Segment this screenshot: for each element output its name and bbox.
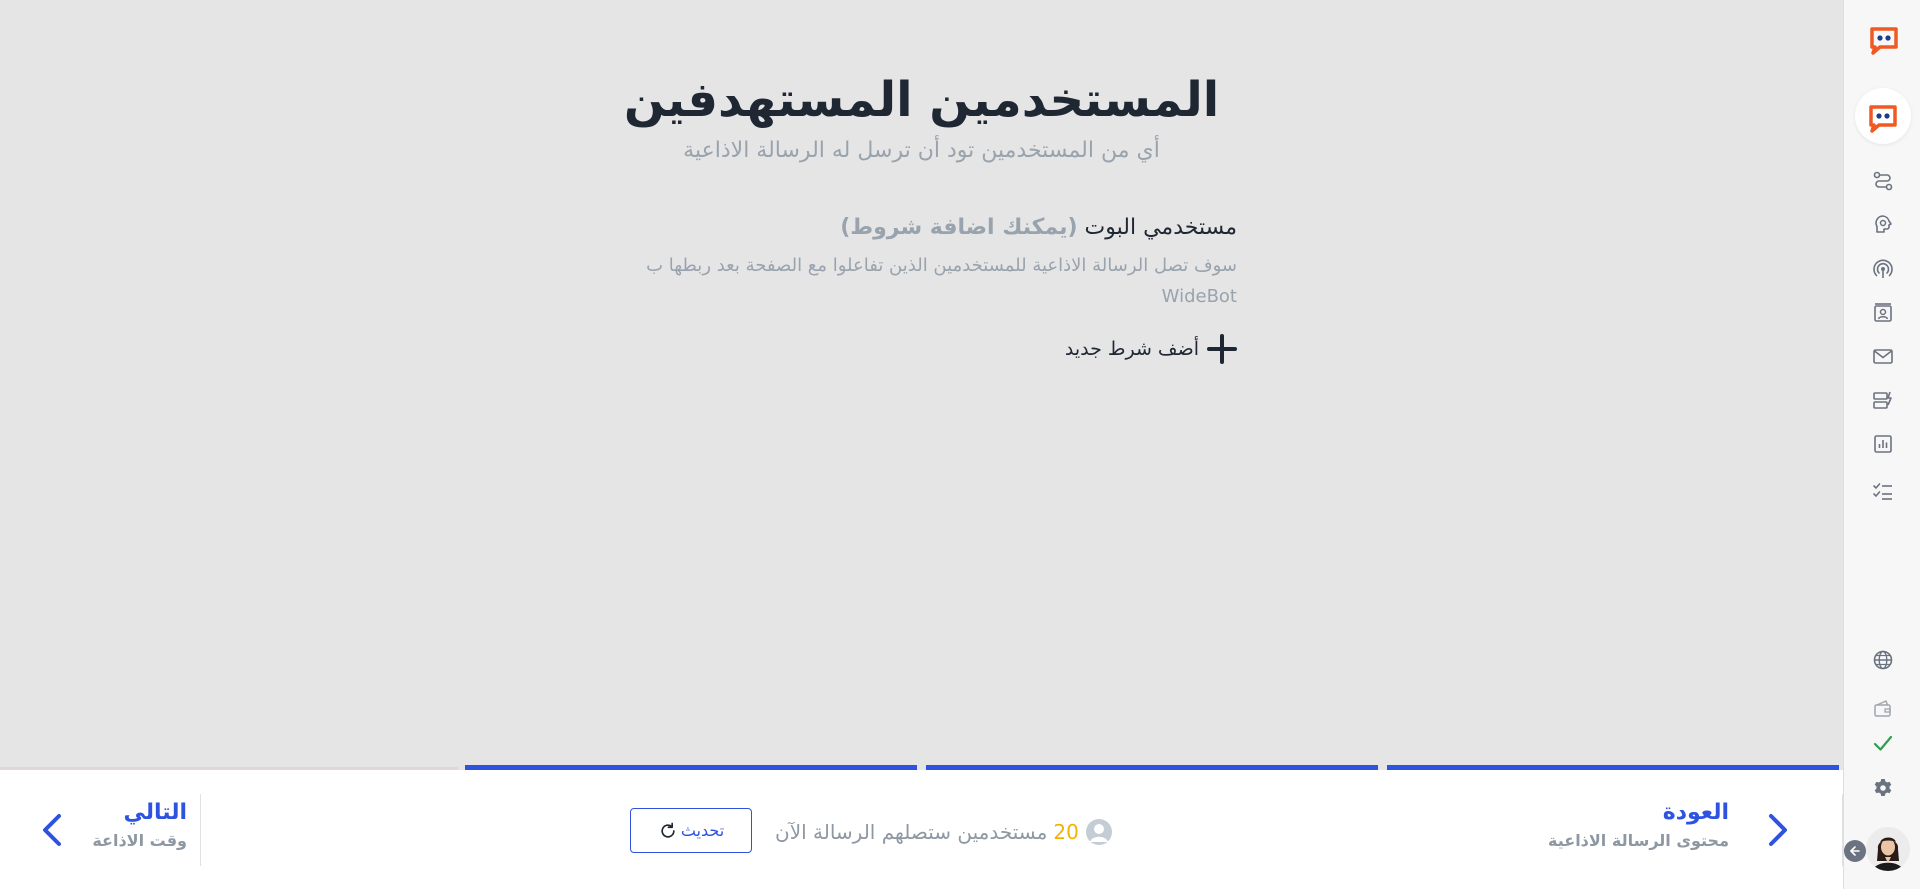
reach-count: 20 مستخدمين ستصلهم الرسالة الآن: [775, 818, 1113, 846]
app-sidebar: [1843, 0, 1920, 889]
broadcast-target-page: المستخدمين المستهدفين أي من المستخدمين ت…: [0, 0, 1843, 770]
sidebar-item-cards[interactable]: [1871, 388, 1895, 412]
section-heading-note: (يمكنك اضافة شروط): [840, 215, 1078, 240]
page-subtitle: أي من المستخدمين تود أن ترسل له الرسالة …: [683, 138, 1160, 163]
wizard-footer: العودة محتوى الرسالة الاذاعية 20 مستخدمي…: [0, 770, 1843, 889]
arrow-left-icon: [1850, 846, 1860, 856]
page-title: المستخدمين المستهدفين: [623, 72, 1220, 128]
cards-icon: [1873, 391, 1892, 409]
sidebar-item-broadcast[interactable]: [1871, 257, 1895, 281]
sidebar-item-tasks[interactable]: [1871, 479, 1895, 503]
bot-users-section: مستخدمي البوت (يمكنك اضافة شروط) سوف تصل…: [600, 215, 1237, 364]
collapse-sidebar-button[interactable]: [1844, 840, 1866, 862]
refresh-icon: [661, 822, 675, 838]
back-subtitle: محتوى الرسالة الاذاعية: [1548, 831, 1729, 850]
back-button[interactable]: العودة محتوى الرسالة الاذاعية: [1543, 794, 1843, 866]
contacts-icon: [1874, 303, 1892, 322]
gear-icon: [1874, 779, 1892, 796]
sidebar-item-ai[interactable]: [1871, 212, 1895, 236]
reach-count-text: مستخدمين ستصلهم الرسالة الآن: [775, 820, 1048, 844]
sidebar-item-analytics[interactable]: [1871, 432, 1895, 456]
sidebar-item-billing[interactable]: [1871, 697, 1895, 721]
broadcast-icon: [1873, 259, 1893, 278]
chevron-right-icon: [1769, 814, 1787, 846]
sidebar-item-messages[interactable]: [1871, 344, 1895, 368]
sidebar-item-status[interactable]: [1871, 731, 1895, 755]
analytics-icon: [1874, 435, 1892, 453]
add-condition-button[interactable]: أضف شرط جديد: [600, 334, 1237, 364]
sidebar-item-contacts[interactable]: [1871, 301, 1895, 325]
next-button[interactable]: التالي وقت الاذاعة: [0, 794, 201, 866]
globe-icon: [1873, 650, 1893, 670]
flow-icon: [1873, 171, 1893, 191]
widebot-logo-icon: [1870, 27, 1898, 55]
sidebar-item-flow[interactable]: [1871, 169, 1895, 193]
section-heading-text: مستخدمي البوت: [1084, 215, 1237, 240]
reach-count-number: 20: [1053, 820, 1079, 844]
bot-logo[interactable]: [1855, 88, 1911, 144]
add-condition-label: أضف شرط جديد: [1064, 338, 1199, 360]
chevron-left-icon: [43, 814, 61, 846]
section-heading: مستخدمي البوت (يمكنك اضافة شروط): [600, 215, 1237, 240]
bot-logo-icon: [1869, 105, 1897, 133]
refresh-button[interactable]: تحديث: [630, 808, 752, 853]
widebot-logo[interactable]: [1866, 20, 1902, 56]
mail-icon: [1873, 349, 1893, 364]
sidebar-item-language[interactable]: [1871, 648, 1895, 672]
refresh-label: تحديث: [680, 821, 725, 840]
user-icon: [1085, 819, 1112, 845]
wallet-icon: [1874, 700, 1891, 717]
brain-icon: [1875, 215, 1892, 233]
plus-icon: [1207, 334, 1237, 364]
section-description: سوف تصل الرسالة الاذاعية للمستخدمين الذي…: [646, 255, 1237, 307]
next-subtitle: وقت الاذاعة: [92, 831, 187, 850]
back-title: العودة: [1662, 800, 1729, 825]
next-title: التالي: [123, 800, 187, 825]
checklist-icon: [1873, 483, 1892, 500]
sidebar-item-settings[interactable]: [1871, 776, 1895, 800]
check-icon: [1873, 735, 1893, 751]
user-avatar[interactable]: [1866, 827, 1910, 871]
avatar-icon: [1866, 827, 1910, 871]
